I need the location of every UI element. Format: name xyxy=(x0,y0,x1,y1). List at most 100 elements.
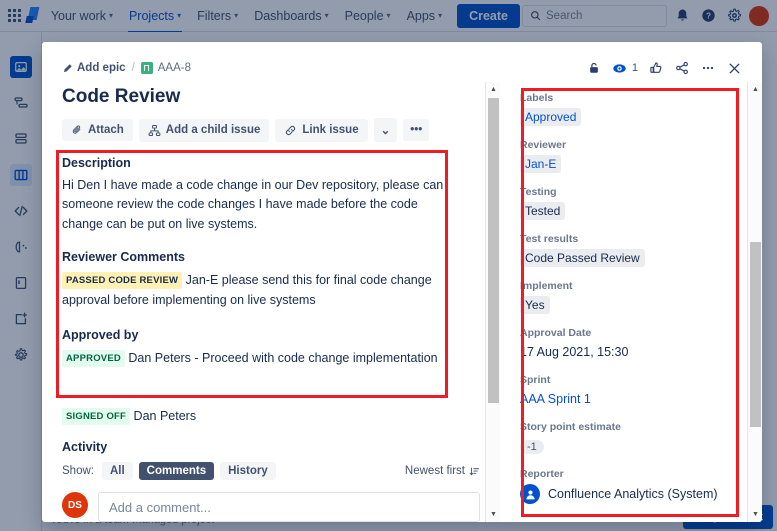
details-panel-scrollbar[interactable]: ▲ ▼ xyxy=(747,82,762,522)
more-options-icon[interactable] xyxy=(696,56,720,80)
watch-count: 1 xyxy=(632,62,638,74)
close-icon[interactable] xyxy=(722,56,746,80)
breadcrumb: Add epic / AAA-8 xyxy=(62,62,191,74)
approved-by-section: Approved by APPROVED Dan Peters - Procee… xyxy=(62,328,480,426)
add-child-issue-button[interactable]: Add a child issue xyxy=(139,119,270,142)
modal-header: Add epic / AAA-8 1 xyxy=(42,42,762,82)
field-label: Testing xyxy=(520,186,742,198)
field-value-story-points[interactable]: -1 xyxy=(520,440,544,454)
field-label: Approval Date xyxy=(520,327,742,339)
watch-eye-icon[interactable] xyxy=(608,56,632,80)
description-section: Description Hi Den I have made a code ch… xyxy=(62,156,480,234)
field-value-approval-date[interactable]: 17 Aug 2021, 15:30 xyxy=(520,345,628,359)
reporter-name: Confluence Analytics (System) xyxy=(548,487,718,501)
reviewer-comments-section: Reviewer Comments PASSED CODE REVIEW Jan… xyxy=(62,250,480,310)
page-title: Code Review xyxy=(62,86,480,108)
screen: Your work ▾ Projects ▾ Filters ▾ Dashboa… xyxy=(0,0,777,531)
activity-heading: Activity xyxy=(62,440,480,454)
link-issue-button[interactable]: Link issue xyxy=(275,119,367,142)
field-approval-date: Approval Date 17 Aug 2021, 15:30 xyxy=(520,327,742,361)
attach-paperclip-icon xyxy=(71,124,83,136)
issue-key-link[interactable]: AAA-8 xyxy=(141,62,191,74)
description-heading: Description xyxy=(62,156,480,170)
add-epic-label: Add epic xyxy=(77,62,126,74)
approved-by-body: APPROVED Dan Peters - Proceed with code … xyxy=(62,348,480,368)
main-column-scrollbar[interactable]: ▲ ▼ xyxy=(485,82,500,522)
comment-placeholder-text: Add a comment... xyxy=(109,500,211,515)
issue-main-scroll: Code Review Attach Add a child issue xyxy=(42,82,484,522)
field-value-labels[interactable]: Approved xyxy=(520,108,581,126)
share-icon[interactable] xyxy=(670,56,694,80)
issue-main-column: Code Review Attach Add a child issue xyxy=(42,82,500,522)
field-label: Labels xyxy=(520,92,742,104)
field-label: Story point estimate xyxy=(520,421,742,433)
issue-details-panel: Labels Approved Reviewer Jan-E Testing T… xyxy=(500,82,762,522)
activity-filter-row: Show: All Comments History Newest first xyxy=(62,462,480,480)
approved-badge: APPROVED xyxy=(62,350,125,367)
link-issue-label: Link issue xyxy=(302,124,358,136)
comment-input-wrap: Add a comment... Pro tip: press M to com… xyxy=(98,492,480,522)
field-label: Sprint xyxy=(520,374,742,386)
field-labels: Labels Approved xyxy=(520,92,742,126)
scroll-up-arrow[interactable]: ▲ xyxy=(748,82,762,97)
pencil-icon xyxy=(62,63,73,74)
passed-code-review-badge: PASSED CODE REVIEW xyxy=(62,272,182,289)
breadcrumb-separator: / xyxy=(132,62,135,74)
reporter-value[interactable]: Confluence Analytics (System) xyxy=(520,484,742,504)
scrollbar-thumb[interactable] xyxy=(488,98,499,403)
field-reporter: Reporter Confluence Analytics (System) xyxy=(520,468,742,504)
field-value-reviewer[interactable]: Jan-E xyxy=(520,155,561,173)
link-chain-icon xyxy=(284,124,297,137)
attach-button[interactable]: Attach xyxy=(62,119,133,141)
field-story-point-estimate: Story point estimate -1 xyxy=(520,421,742,455)
modal-body: Code Review Attach Add a child issue xyxy=(42,82,762,522)
signed-off-badge: SIGNED OFF xyxy=(62,408,130,425)
sort-descending-icon xyxy=(469,466,480,477)
more-actions-button[interactable]: ••• xyxy=(403,119,429,141)
tab-all[interactable]: All xyxy=(102,462,133,480)
field-value-testing[interactable]: Tested xyxy=(520,202,565,220)
scrollbar-thumb[interactable] xyxy=(750,242,761,427)
scroll-up-arrow[interactable]: ▲ xyxy=(486,82,501,97)
add-child-issue-label: Add a child issue xyxy=(166,124,261,136)
field-value-sprint[interactable]: AAA Sprint 1 xyxy=(520,392,591,406)
field-implement: Implement Yes xyxy=(520,280,742,314)
reporter-avatar-icon xyxy=(520,484,540,504)
attach-label: Attach xyxy=(88,124,124,136)
field-value-test-results[interactable]: Code Passed Review xyxy=(520,249,645,267)
show-label: Show: xyxy=(62,465,94,477)
scroll-down-arrow[interactable]: ▼ xyxy=(748,507,762,522)
field-value-implement[interactable]: Yes xyxy=(520,296,550,314)
lock-icon[interactable] xyxy=(582,56,606,80)
sort-order-label: Newest first xyxy=(405,465,465,477)
field-testing: Testing Tested xyxy=(520,186,742,220)
signed-off-text: Dan Peters xyxy=(134,409,197,423)
story-type-icon xyxy=(141,62,153,74)
avatar: DS xyxy=(62,492,88,518)
issue-key-label: AAA-8 xyxy=(158,62,191,74)
modal-header-actions: 1 xyxy=(582,56,746,80)
field-label: Test results xyxy=(520,233,742,245)
add-comment-row: DS Add a comment... Pro tip: press M to … xyxy=(62,492,480,522)
child-issue-icon xyxy=(148,124,161,137)
field-label: Reporter xyxy=(520,468,742,480)
reviewer-comments-body: PASSED CODE REVIEW Jan-E please send thi… xyxy=(62,270,447,310)
approved-by-heading: Approved by xyxy=(62,328,480,342)
scroll-down-arrow[interactable]: ▼ xyxy=(486,507,501,522)
field-label: Implement xyxy=(520,280,742,292)
sort-order-button[interactable]: Newest first xyxy=(405,465,480,477)
approved-by-text: Dan Peters - Proceed with code change im… xyxy=(128,351,437,365)
field-sprint: Sprint AAA Sprint 1 xyxy=(520,374,742,408)
field-label: Reviewer xyxy=(520,139,742,151)
field-test-results: Test results Code Passed Review xyxy=(520,233,742,267)
comment-input[interactable]: Add a comment... xyxy=(98,492,480,522)
description-text[interactable]: Hi Den I have made a code change in our … xyxy=(62,176,452,234)
signed-off-body: SIGNED OFF Dan Peters xyxy=(62,406,480,426)
reviewer-comments-heading: Reviewer Comments xyxy=(62,250,480,264)
tab-comments[interactable]: Comments xyxy=(139,462,214,480)
issue-action-buttons: Attach Add a child issue Link issue ⌄ ••… xyxy=(62,118,480,142)
more-actions-caret-button[interactable]: ⌄ xyxy=(374,118,398,142)
add-epic-button[interactable]: Add epic xyxy=(62,62,126,74)
tab-history[interactable]: History xyxy=(220,462,276,480)
thumbs-up-icon[interactable] xyxy=(644,56,668,80)
